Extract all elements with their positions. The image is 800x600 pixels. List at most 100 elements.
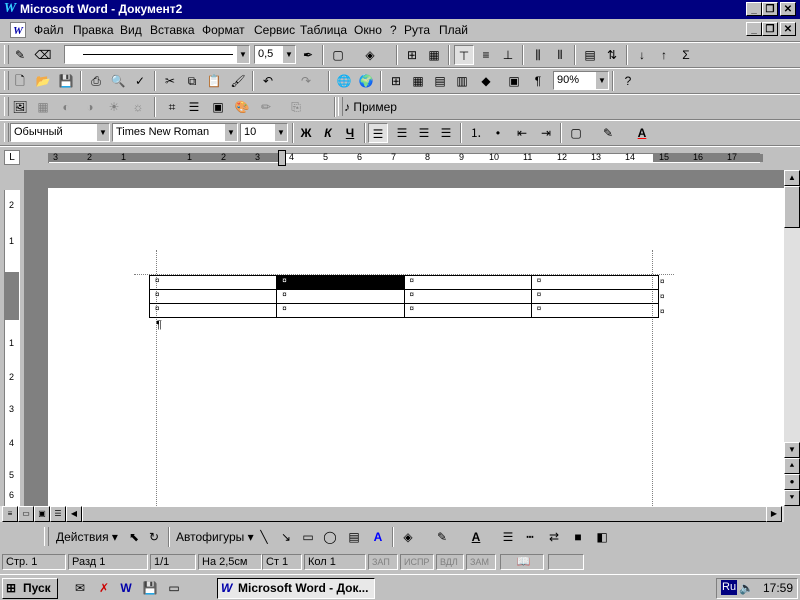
highlight-icon[interactable]: ✎ bbox=[598, 123, 618, 143]
document-page[interactable]: ¤ ¤ ¤ ¤ ¤ ¤ ¤ ¤ ¤ ¤ ¤ ¤ ¤ ¤ ¤ ¶ bbox=[48, 188, 784, 506]
image-control-icon[interactable]: ▦ bbox=[33, 97, 53, 117]
font-color-icon[interactable]: A bbox=[632, 123, 652, 143]
3d-icon[interactable]: ◧ bbox=[592, 527, 612, 547]
horizontal-ruler[interactable]: 3 2 1 1 2 3 4 5 6 7 8 9 10 11 12 13 14 1… bbox=[0, 146, 800, 170]
print-preview-icon[interactable]: 🔍 bbox=[108, 71, 128, 91]
justify-icon[interactable]: ☰ bbox=[436, 123, 456, 143]
set-transparent-color-icon[interactable]: ✏ bbox=[256, 97, 276, 117]
menu-file[interactable]: Файл bbox=[34, 23, 64, 37]
print-layout-view-button[interactable]: ▣ bbox=[34, 506, 50, 522]
bold-button[interactable]: Ж bbox=[296, 123, 316, 143]
web-toolbar-icon[interactable]: 🌍 bbox=[356, 71, 376, 91]
redo-icon[interactable]: ↷ bbox=[296, 71, 316, 91]
line-style-select[interactable]: ▼ bbox=[64, 45, 250, 64]
status-overtype[interactable]: ЗАМ bbox=[466, 554, 496, 570]
insert-table-icon[interactable]: ⊞ bbox=[402, 45, 422, 65]
chevron-down-icon[interactable]: ▼ bbox=[96, 124, 109, 141]
menu-view[interactable]: Вид bbox=[120, 23, 142, 37]
maximize-button[interactable]: ❐ bbox=[762, 2, 778, 16]
chevron-down-icon[interactable]: ▼ bbox=[282, 46, 295, 63]
language-indicator[interactable]: Ru bbox=[721, 580, 738, 595]
columns-icon[interactable]: ▥ bbox=[452, 71, 472, 91]
format-painter-icon[interactable]: 🖌 bbox=[228, 71, 248, 91]
quicklaunch-save-icon[interactable]: 💾 bbox=[140, 578, 160, 598]
table-cell[interactable]: ¤ bbox=[148, 289, 278, 304]
office-assistant-icon[interactable]: ? bbox=[618, 71, 638, 91]
clock[interactable]: 17:59 bbox=[763, 579, 793, 598]
table-cell[interactable]: ¤ bbox=[276, 289, 405, 304]
print-icon[interactable]: ⎙ bbox=[86, 71, 106, 91]
new-document-icon[interactable]: 🗋 bbox=[10, 71, 30, 91]
horizontal-scroll-thumb[interactable] bbox=[82, 506, 782, 522]
scroll-up-button[interactable]: ▲ bbox=[784, 170, 800, 186]
minimize-button[interactable]: _ bbox=[746, 2, 762, 16]
select-browse-object-button[interactable]: ● bbox=[784, 474, 800, 490]
more-contrast-icon[interactable]: ◐ bbox=[56, 97, 76, 117]
merge-cells-icon[interactable]: ▦ bbox=[424, 45, 444, 65]
table-cell[interactable]: ¤ bbox=[276, 303, 405, 318]
table-cell[interactable]: ¤ bbox=[148, 275, 278, 290]
undo-icon[interactable]: ↶ bbox=[258, 71, 278, 91]
table-autoformat-icon[interactable]: ▤ bbox=[580, 45, 600, 65]
doc-minimize-button[interactable]: _ bbox=[746, 22, 762, 36]
sort-ascending-icon[interactable]: ↓ bbox=[632, 45, 652, 65]
autosum-icon[interactable]: Σ bbox=[676, 45, 696, 65]
text-box-icon[interactable]: ▤ bbox=[344, 527, 364, 547]
align-right-icon[interactable]: ☰ bbox=[414, 123, 434, 143]
insert-table-icon[interactable]: ▦ bbox=[408, 71, 428, 91]
taskbar-item-word[interactable]: W Microsoft Word - Док... bbox=[217, 578, 375, 599]
chevron-down-icon[interactable]: ▼ bbox=[595, 72, 608, 89]
chevron-down-icon[interactable]: ▼ bbox=[224, 124, 237, 141]
show-hide-paragraph-icon[interactable]: ¶ bbox=[528, 71, 548, 91]
table-cell[interactable]: ¤ bbox=[403, 275, 532, 290]
align-top-icon[interactable]: ⊤ bbox=[454, 45, 474, 65]
fill-color-icon[interactable]: ◈ bbox=[398, 527, 418, 547]
decrease-indent-icon[interactable]: ⇤ bbox=[512, 123, 532, 143]
spelling-icon[interactable]: ✓ bbox=[130, 71, 150, 91]
close-button[interactable]: ✕ bbox=[780, 2, 796, 16]
toolbar-grip[interactable] bbox=[4, 71, 9, 90]
quicklaunch-explorer-icon[interactable]: ✗ bbox=[94, 578, 114, 598]
menu-table[interactable]: Таблица bbox=[300, 23, 347, 37]
menu-format[interactable]: Формат bbox=[202, 23, 245, 37]
menu-help[interactable]: ? bbox=[390, 23, 397, 37]
horizontal-scrollbar[interactable]: ≡ ▭ ▣ ☰ ◀ ▶ bbox=[0, 506, 784, 522]
chevron-down-icon[interactable]: ▼ bbox=[236, 46, 249, 63]
insert-excel-icon[interactable]: ▤ bbox=[430, 71, 450, 91]
quicklaunch-desktop-icon[interactable]: ▭ bbox=[164, 578, 184, 598]
reset-picture-icon[interactable]: ⎘ bbox=[286, 97, 306, 117]
outline-view-button[interactable]: ☰ bbox=[50, 506, 66, 522]
arrow-style-icon[interactable]: ⇄ bbox=[544, 527, 564, 547]
font-select[interactable]: Times New Roman ▼ bbox=[112, 123, 238, 142]
font-color-icon[interactable]: A bbox=[466, 527, 486, 547]
document-map-icon[interactable]: ▣ bbox=[504, 71, 524, 91]
status-record[interactable]: ЗАП bbox=[368, 554, 398, 570]
shadow-icon[interactable]: ■ bbox=[568, 527, 588, 547]
border-color-icon[interactable]: ✒ bbox=[298, 45, 318, 65]
scroll-right-button[interactable]: ▶ bbox=[766, 506, 782, 522]
sort-descending-icon[interactable]: ↑ bbox=[654, 45, 674, 65]
font-size-select[interactable]: 10 ▼ bbox=[240, 123, 288, 142]
line-icon[interactable]: ╲ bbox=[254, 527, 274, 547]
align-center-vertical-icon[interactable]: ≡ bbox=[476, 45, 496, 65]
table-cell[interactable]: ¤ bbox=[403, 303, 532, 318]
status-track-changes[interactable]: ИСПР bbox=[400, 554, 434, 570]
menu-plai[interactable]: Плай bbox=[439, 23, 468, 37]
actions-menu[interactable]: Действия ▾ bbox=[56, 530, 118, 544]
menu-tools[interactable]: Сервис bbox=[254, 23, 295, 37]
oval-icon[interactable]: ◯ bbox=[320, 527, 340, 547]
doc-restore-button[interactable]: ❐ bbox=[762, 22, 778, 36]
menu-ruta[interactable]: Рута bbox=[404, 23, 430, 37]
insert-picture-icon[interactable]: 🖼 bbox=[10, 97, 30, 117]
distribute-rows-icon[interactable]: ⫼ bbox=[528, 45, 548, 65]
underline-button[interactable]: Ч bbox=[340, 123, 360, 143]
format-picture-icon[interactable]: 🎨 bbox=[232, 97, 252, 117]
shading-color-icon[interactable]: ◈ bbox=[360, 45, 380, 65]
document-area[interactable]: ¤ ¤ ¤ ¤ ¤ ¤ ¤ ¤ ¤ ¤ ¤ ¤ ¤ ¤ ¤ ¶ bbox=[24, 170, 784, 506]
italic-button[interactable]: К bbox=[318, 123, 338, 143]
eraser-icon[interactable]: ⌫ bbox=[33, 45, 53, 65]
line-weight-select[interactable]: 0,5 ▼ bbox=[254, 45, 296, 64]
quicklaunch-word-icon[interactable]: W bbox=[116, 578, 136, 598]
example-button[interactable]: ♪ Пример bbox=[344, 97, 397, 117]
web-layout-view-button[interactable]: ▭ bbox=[18, 506, 34, 522]
